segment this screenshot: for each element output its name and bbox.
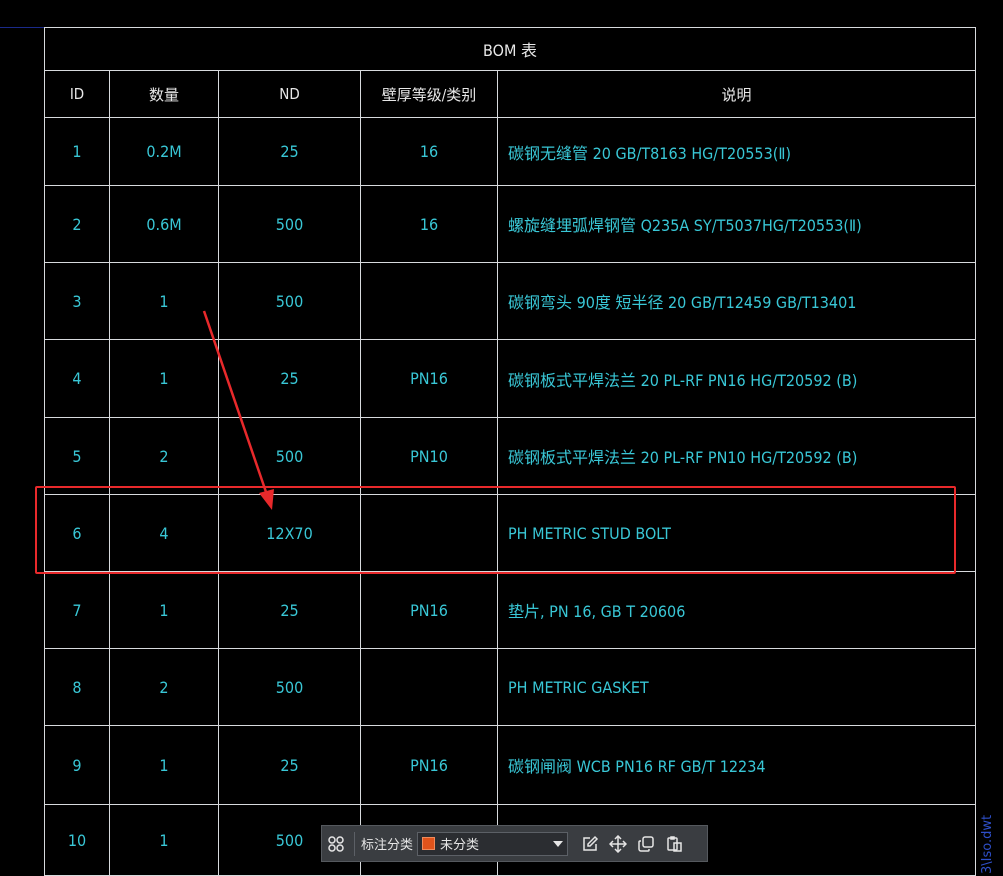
bom-table: BOM 表 ID 数量 ND 壁厚等级/类别 说明 1 0.2M 25 16 碳钢无缝管… bbox=[44, 27, 976, 876]
category-value: 未分类 bbox=[440, 838, 480, 853]
table-title: BOM 表 bbox=[44, 27, 976, 71]
category-color-swatch bbox=[422, 837, 436, 850]
cell-description: 碳钢无缝管 20 GB/T8163 HG/T20553(Ⅱ) bbox=[497, 117, 976, 186]
cell-nd: 25 bbox=[218, 339, 361, 418]
header-description: 说明 bbox=[497, 70, 976, 118]
move-icon[interactable] bbox=[604, 830, 632, 858]
cell-quantity: 2 bbox=[109, 648, 219, 726]
cell-id: 4 bbox=[44, 339, 110, 418]
header-id: ID bbox=[44, 70, 110, 118]
cell-grade: PN16 bbox=[360, 339, 498, 418]
file-path-label: 3\Iso.dwt bbox=[980, 814, 995, 874]
cell-nd: 500 bbox=[218, 417, 361, 495]
category-select[interactable]: 未分类 bbox=[417, 831, 569, 856]
cell-grade bbox=[360, 648, 498, 726]
cell-grade: 16 bbox=[360, 185, 498, 263]
cell-id: 8 bbox=[44, 648, 110, 726]
cell-quantity: 2 bbox=[109, 417, 219, 495]
cell-quantity: 1 bbox=[109, 571, 219, 649]
cell-nd: 500 bbox=[218, 648, 361, 726]
cell-description: 垫片, PN 16, GB T 20606 bbox=[497, 571, 976, 649]
cell-id: 7 bbox=[44, 571, 110, 649]
header-nd: ND bbox=[218, 70, 361, 118]
drawing-border-line bbox=[0, 27, 44, 28]
chevron-down-icon bbox=[553, 840, 564, 847]
cell-id: 2 bbox=[44, 185, 110, 263]
table-row: 4 1 25 PN16 碳钢板式平焊法兰 20 PL-RF PN16 HG/T20592… bbox=[44, 339, 976, 418]
toolbar-divider bbox=[354, 831, 355, 856]
cell-nd: 500 bbox=[218, 185, 361, 263]
cell-id: 6 bbox=[44, 494, 110, 572]
cell-grade bbox=[360, 494, 498, 572]
cell-description: 螺旋缝埋弧焊钢管 Q235A SY/T5037HG/T20553(Ⅱ) bbox=[497, 185, 976, 263]
cell-nd: 25 bbox=[218, 571, 361, 649]
cell-grade: PN16 bbox=[360, 725, 498, 805]
cell-id: 3 bbox=[44, 262, 110, 340]
cell-quantity: 1 bbox=[109, 262, 219, 340]
cell-nd: 500 bbox=[218, 262, 361, 340]
table-row: 1 0.2M 25 16 碳钢无缝管 20 GB/T8163 HG/T20553(Ⅱ) bbox=[44, 117, 976, 186]
cell-quantity: 0.6M bbox=[109, 185, 219, 263]
cell-id: 5 bbox=[44, 417, 110, 495]
cell-id: 9 bbox=[44, 725, 110, 805]
cell-description: 碳钢板式平焊法兰 20 PL-RF PN16 HG/T20592 (B) bbox=[497, 339, 976, 418]
copy-icon[interactable] bbox=[632, 830, 660, 858]
cell-description: 碳钢闸阀 WCB PN16 RF GB/T 12234 bbox=[497, 725, 976, 805]
header-grade: 壁厚等级/类别 bbox=[360, 70, 498, 118]
table-row: 8 2 500 PH METRIC GASKET bbox=[44, 648, 976, 726]
cell-quantity: 1 bbox=[109, 339, 219, 418]
cell-grade: PN16 bbox=[360, 571, 498, 649]
cell-quantity: 0.2M bbox=[109, 117, 219, 186]
grid-icon[interactable] bbox=[322, 830, 350, 858]
edit-icon[interactable] bbox=[576, 830, 604, 858]
cell-grade: PN10 bbox=[360, 417, 498, 495]
cell-nd: 25 bbox=[218, 117, 361, 186]
table-row: 9 1 25 PN16 碳钢闸阀 WCB PN16 RF GB/T 12234 bbox=[44, 725, 976, 805]
cell-nd: 12X70 bbox=[218, 494, 361, 572]
table-row: 6 4 12X70 PH METRIC STUD BOLT bbox=[44, 494, 976, 572]
cell-id: 1 bbox=[44, 117, 110, 186]
cell-quantity: 4 bbox=[109, 494, 219, 572]
cell-description: PH METRIC GASKET bbox=[497, 648, 976, 726]
cell-quantity: 1 bbox=[109, 725, 219, 805]
cell-id: 10 bbox=[44, 804, 110, 876]
table-row: 5 2 500 PN10 碳钢板式平焊法兰 20 PL-RF PN10 HG/T2059… bbox=[44, 417, 976, 495]
cell-quantity: 1 bbox=[109, 804, 219, 876]
cell-description: 碳钢弯头 90度 短半径 20 GB/T12459 GB/T13401 bbox=[497, 262, 976, 340]
paste-icon[interactable] bbox=[660, 830, 688, 858]
bom-table-frame: BOM 表 ID 数量 ND 壁厚等级/类别 说明 1 0.2M 25 16 碳钢无缝管… bbox=[44, 27, 976, 876]
cell-grade bbox=[360, 262, 498, 340]
cell-description: 碳钢板式平焊法兰 20 PL-RF PN10 HG/T20592 (B) bbox=[497, 417, 976, 495]
annotation-toolbar: 标注分类 未分类 bbox=[321, 825, 708, 862]
cell-nd: 25 bbox=[218, 725, 361, 805]
table-header-row: ID 数量 ND 壁厚等级/类别 说明 bbox=[44, 70, 976, 118]
cell-grade: 16 bbox=[360, 117, 498, 186]
table-row: 3 1 500 碳钢弯头 90度 短半径 20 GB/T12459 GB/T13401 bbox=[44, 262, 976, 340]
table-row: 7 1 25 PN16 垫片, PN 16, GB T 20606 bbox=[44, 571, 976, 649]
category-label: 标注分类 bbox=[361, 838, 414, 853]
header-quantity: 数量 bbox=[109, 70, 219, 118]
cell-description: PH METRIC STUD BOLT bbox=[497, 494, 976, 572]
table-row: 2 0.6M 500 16 螺旋缝埋弧焊钢管 Q235A SY/T5037HG/T205… bbox=[44, 185, 976, 263]
